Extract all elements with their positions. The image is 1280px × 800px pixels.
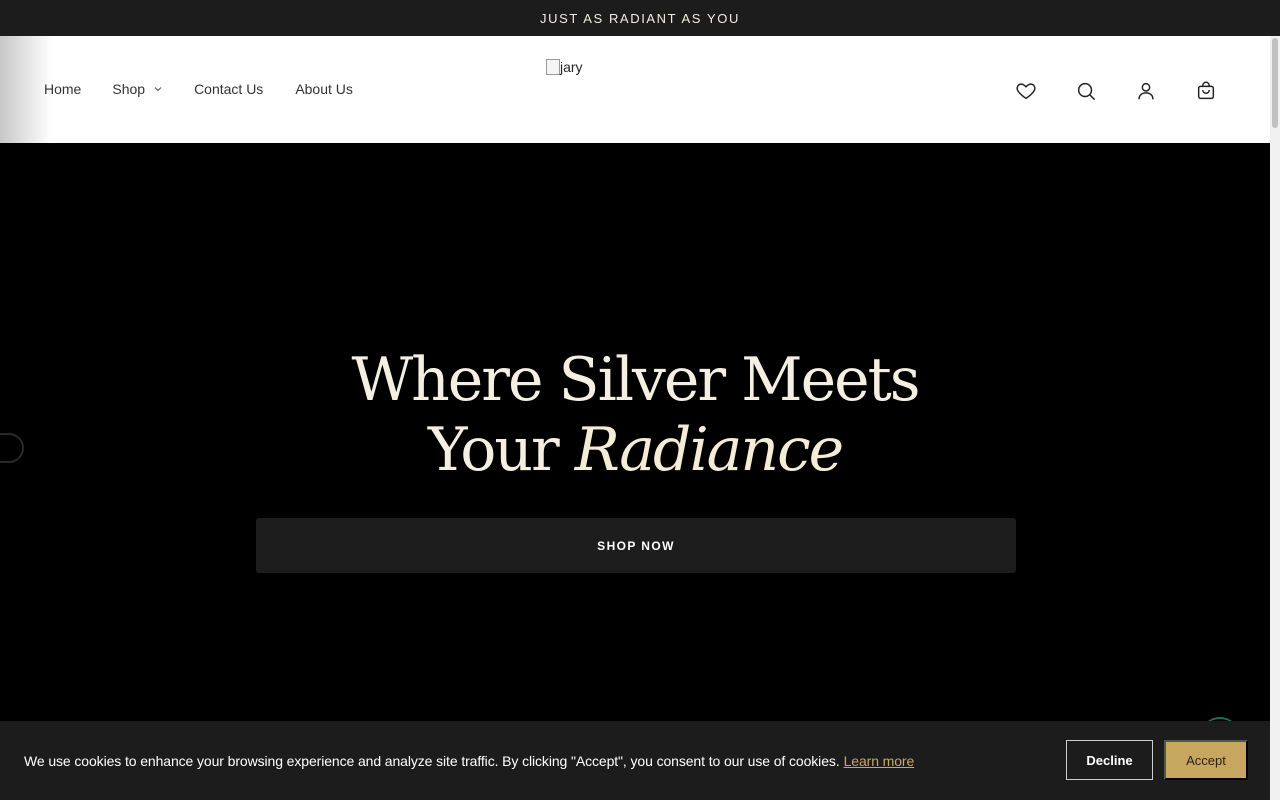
learn-more-link[interactable]: Learn more <box>844 753 915 769</box>
account-icon[interactable] <box>1134 79 1158 103</box>
shop-now-button[interactable]: SHOP NOW <box>256 518 1016 573</box>
nav-home[interactable]: Home <box>44 81 81 97</box>
announcement-bar: JUST AS RADIANT AS YOU <box>0 0 1280 36</box>
search-icon[interactable] <box>1074 79 1098 103</box>
nav-shop[interactable]: Shop <box>112 81 162 97</box>
hero-title-line2: Your Radiance <box>0 415 1270 485</box>
nav-contact-us[interactable]: Contact Us <box>194 81 263 97</box>
main-nav: Home Shop Contact Us About Us <box>44 81 353 97</box>
nav-shop-label: Shop <box>112 81 146 97</box>
heart-icon[interactable] <box>1014 79 1038 103</box>
chevron-down-icon <box>154 86 162 92</box>
cookie-message-text: We use cookies to enhance your browsing … <box>24 753 840 769</box>
cookie-banner: We use cookies to enhance your browsing … <box>0 721 1270 800</box>
header-actions <box>1014 79 1218 103</box>
decline-button[interactable]: Decline <box>1066 740 1153 780</box>
page-scrollbar[interactable] <box>1270 36 1280 800</box>
hero-banner: Where Silver Meets Your Radiance SHOP NO… <box>0 143 1270 721</box>
site-header: Home Shop Contact Us About Us jary <box>0 36 1270 143</box>
site-logo[interactable]: jary <box>546 59 583 75</box>
broken-image-icon <box>546 59 560 75</box>
announcement-text: JUST AS RADIANT AS YOU <box>540 10 740 26</box>
cookie-message: We use cookies to enhance your browsing … <box>24 753 914 769</box>
logo-alt-text: jary <box>560 59 583 75</box>
accept-button[interactable]: Accept <box>1164 740 1248 780</box>
scrollbar-thumb[interactable] <box>1272 38 1278 128</box>
hero-title: Where Silver Meets Your Radiance <box>0 345 1270 485</box>
hero-title-accent: Radiance <box>574 415 844 485</box>
cart-icon[interactable] <box>1194 79 1218 103</box>
hero-title-plain: Your <box>427 415 560 485</box>
nav-about-us[interactable]: About Us <box>295 81 353 97</box>
hero-title-line1: Where Silver Meets <box>351 345 920 415</box>
